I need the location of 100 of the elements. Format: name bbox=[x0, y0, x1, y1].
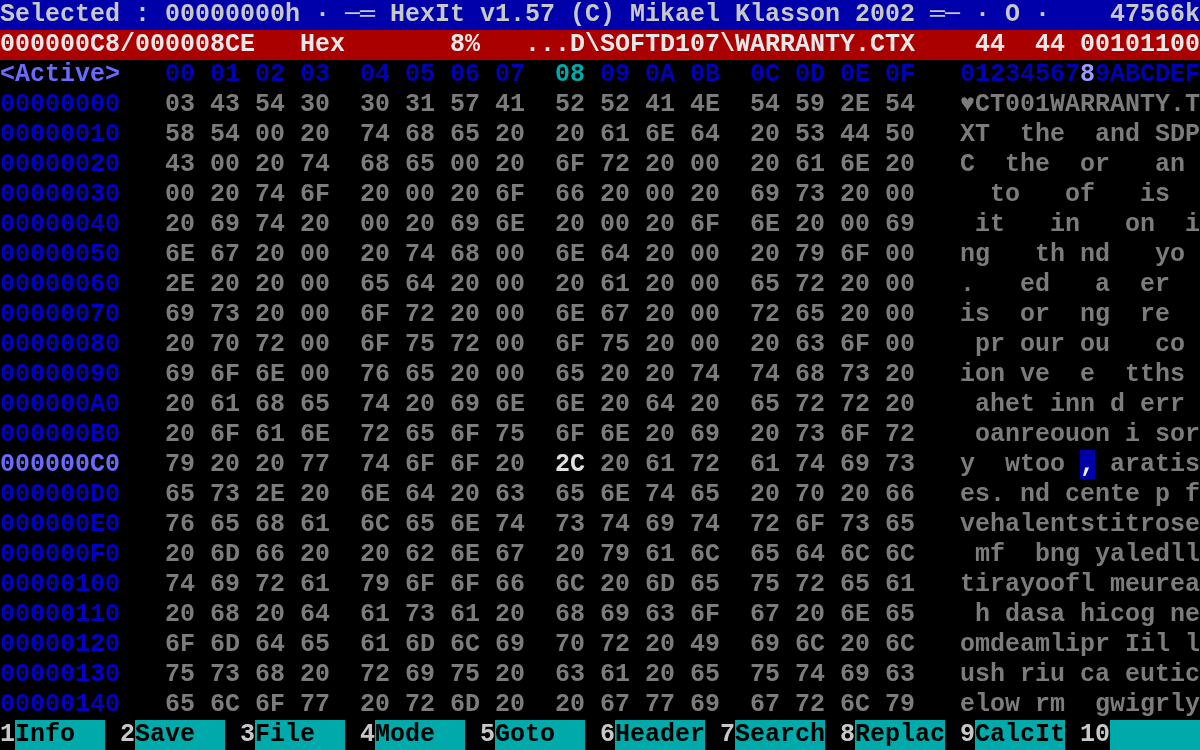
hex-byte[interactable]: 74 bbox=[255, 210, 285, 240]
hex-byte[interactable]: 6D bbox=[210, 630, 240, 660]
hex-byte[interactable]: 65 bbox=[750, 270, 780, 300]
hex-byte[interactable]: 00 bbox=[690, 300, 720, 330]
hex-byte[interactable]: 20 bbox=[645, 360, 675, 390]
hex-byte[interactable]: 65 bbox=[360, 270, 390, 300]
hex-byte[interactable]: 74 bbox=[495, 510, 525, 540]
hex-byte[interactable]: 61 bbox=[600, 660, 630, 690]
hex-byte[interactable]: 70 bbox=[210, 330, 240, 360]
hex-byte[interactable]: 6E bbox=[555, 390, 585, 420]
hex-byte[interactable]: 69 bbox=[405, 660, 435, 690]
hex-byte[interactable]: 31 bbox=[405, 90, 435, 120]
hex-byte[interactable]: 20 bbox=[645, 330, 675, 360]
hex-byte[interactable]: 6C bbox=[840, 690, 870, 720]
hex-byte[interactable]: 69 bbox=[750, 630, 780, 660]
hex-byte[interactable]: 72 bbox=[450, 330, 480, 360]
hex-byte[interactable]: 67 bbox=[210, 240, 240, 270]
hex-byte[interactable]: 52 bbox=[555, 90, 585, 120]
hex-byte[interactable]: 69 bbox=[645, 510, 675, 540]
hex-byte[interactable]: 6E bbox=[600, 420, 630, 450]
hex-byte[interactable]: 6C bbox=[360, 510, 390, 540]
hex-byte[interactable]: 76 bbox=[360, 360, 390, 390]
hex-byte[interactable]: 57 bbox=[450, 90, 480, 120]
hex-byte[interactable]: 65 bbox=[885, 510, 915, 540]
hex-byte[interactable]: 65 bbox=[795, 300, 825, 330]
hex-byte[interactable]: 72 bbox=[795, 570, 825, 600]
hex-byte[interactable]: 20 bbox=[600, 390, 630, 420]
hex-byte[interactable]: 66 bbox=[555, 180, 585, 210]
hex-byte[interactable]: 20 bbox=[885, 360, 915, 390]
function-key[interactable]: Goto bbox=[495, 720, 585, 750]
hex-byte[interactable]: 00 bbox=[645, 180, 675, 210]
hex-byte[interactable]: 73 bbox=[840, 360, 870, 390]
hex-byte[interactable]: 69 bbox=[885, 210, 915, 240]
hex-byte[interactable]: 20 bbox=[210, 180, 240, 210]
hex-byte[interactable]: 65 bbox=[690, 480, 720, 510]
hex-byte[interactable]: 00 bbox=[495, 240, 525, 270]
hex-byte[interactable]: 75 bbox=[600, 330, 630, 360]
hex-byte[interactable]: 61 bbox=[450, 600, 480, 630]
hex-byte[interactable]: 65 bbox=[750, 540, 780, 570]
hex-byte[interactable]: 20 bbox=[750, 120, 780, 150]
hex-byte[interactable]: 20 bbox=[300, 660, 330, 690]
hex-byte[interactable]: 74 bbox=[795, 660, 825, 690]
hex-byte[interactable]: 74 bbox=[300, 150, 330, 180]
hex-byte[interactable]: 65 bbox=[555, 360, 585, 390]
hex-byte[interactable]: 65 bbox=[690, 660, 720, 690]
hex-byte[interactable]: 20 bbox=[450, 270, 480, 300]
hex-byte[interactable]: 20 bbox=[645, 240, 675, 270]
hex-byte[interactable]: 68 bbox=[255, 390, 285, 420]
hex-byte[interactable]: 6F bbox=[555, 330, 585, 360]
hex-byte[interactable]: 74 bbox=[255, 180, 285, 210]
hex-byte[interactable]: 2E bbox=[165, 270, 195, 300]
hex-byte[interactable]: 79 bbox=[600, 540, 630, 570]
hex-byte[interactable]: 54 bbox=[885, 90, 915, 120]
hex-byte[interactable]: 6C bbox=[885, 540, 915, 570]
hex-byte[interactable]: 65 bbox=[450, 120, 480, 150]
hex-byte[interactable]: 52 bbox=[600, 90, 630, 120]
hex-byte[interactable]: 72 bbox=[795, 270, 825, 300]
hex-byte[interactable]: 64 bbox=[690, 120, 720, 150]
function-key[interactable]: Search bbox=[735, 720, 825, 750]
hex-byte[interactable]: 64 bbox=[300, 600, 330, 630]
hex-byte[interactable]: 6D bbox=[645, 570, 675, 600]
hex-byte[interactable]: 65 bbox=[165, 480, 195, 510]
hex-byte[interactable]: 53 bbox=[795, 120, 825, 150]
hex-byte[interactable]: 73 bbox=[795, 420, 825, 450]
hex-byte[interactable]: 20 bbox=[360, 240, 390, 270]
hex-byte[interactable]: 65 bbox=[690, 570, 720, 600]
hex-byte[interactable]: 65 bbox=[405, 510, 435, 540]
hex-byte[interactable]: 6F bbox=[450, 450, 480, 480]
hex-byte[interactable]: 6E bbox=[165, 240, 195, 270]
hex-byte[interactable]: 74 bbox=[645, 480, 675, 510]
hex-byte[interactable]: 20 bbox=[600, 360, 630, 390]
hex-byte[interactable]: 00 bbox=[885, 180, 915, 210]
hex-byte[interactable]: 72 bbox=[255, 330, 285, 360]
hex-byte[interactable]: 20 bbox=[885, 390, 915, 420]
hex-byte[interactable]: 00 bbox=[300, 270, 330, 300]
hex-byte[interactable]: 79 bbox=[795, 240, 825, 270]
hex-byte[interactable]: 65 bbox=[210, 510, 240, 540]
hex-byte[interactable]: 20 bbox=[495, 600, 525, 630]
hex-byte[interactable]: 6F bbox=[690, 600, 720, 630]
hex-byte[interactable]: 00 bbox=[885, 240, 915, 270]
hex-byte[interactable]: 68 bbox=[210, 600, 240, 630]
hex-byte[interactable]: 00 bbox=[495, 270, 525, 300]
hex-byte[interactable]: 20 bbox=[360, 180, 390, 210]
hex-byte[interactable]: 72 bbox=[405, 690, 435, 720]
hex-byte[interactable]: 65 bbox=[750, 390, 780, 420]
hex-byte[interactable]: 69 bbox=[690, 690, 720, 720]
hex-byte[interactable]: 74 bbox=[690, 360, 720, 390]
hex-byte[interactable]: 20 bbox=[405, 210, 435, 240]
hex-byte[interactable]: 20 bbox=[840, 180, 870, 210]
hex-byte[interactable]: 6F bbox=[360, 300, 390, 330]
hex-byte[interactable]: 64 bbox=[255, 630, 285, 660]
hex-byte[interactable]: 20 bbox=[300, 120, 330, 150]
hex-byte[interactable]: 00 bbox=[885, 300, 915, 330]
hex-byte[interactable]: 20 bbox=[750, 150, 780, 180]
hex-byte[interactable]: 30 bbox=[300, 90, 330, 120]
hex-byte[interactable]: 20 bbox=[450, 360, 480, 390]
hex-byte[interactable]: 6F bbox=[300, 180, 330, 210]
hex-byte[interactable]: 72 bbox=[885, 420, 915, 450]
hex-byte[interactable]: 00 bbox=[300, 240, 330, 270]
hex-byte[interactable]: 6E bbox=[555, 300, 585, 330]
